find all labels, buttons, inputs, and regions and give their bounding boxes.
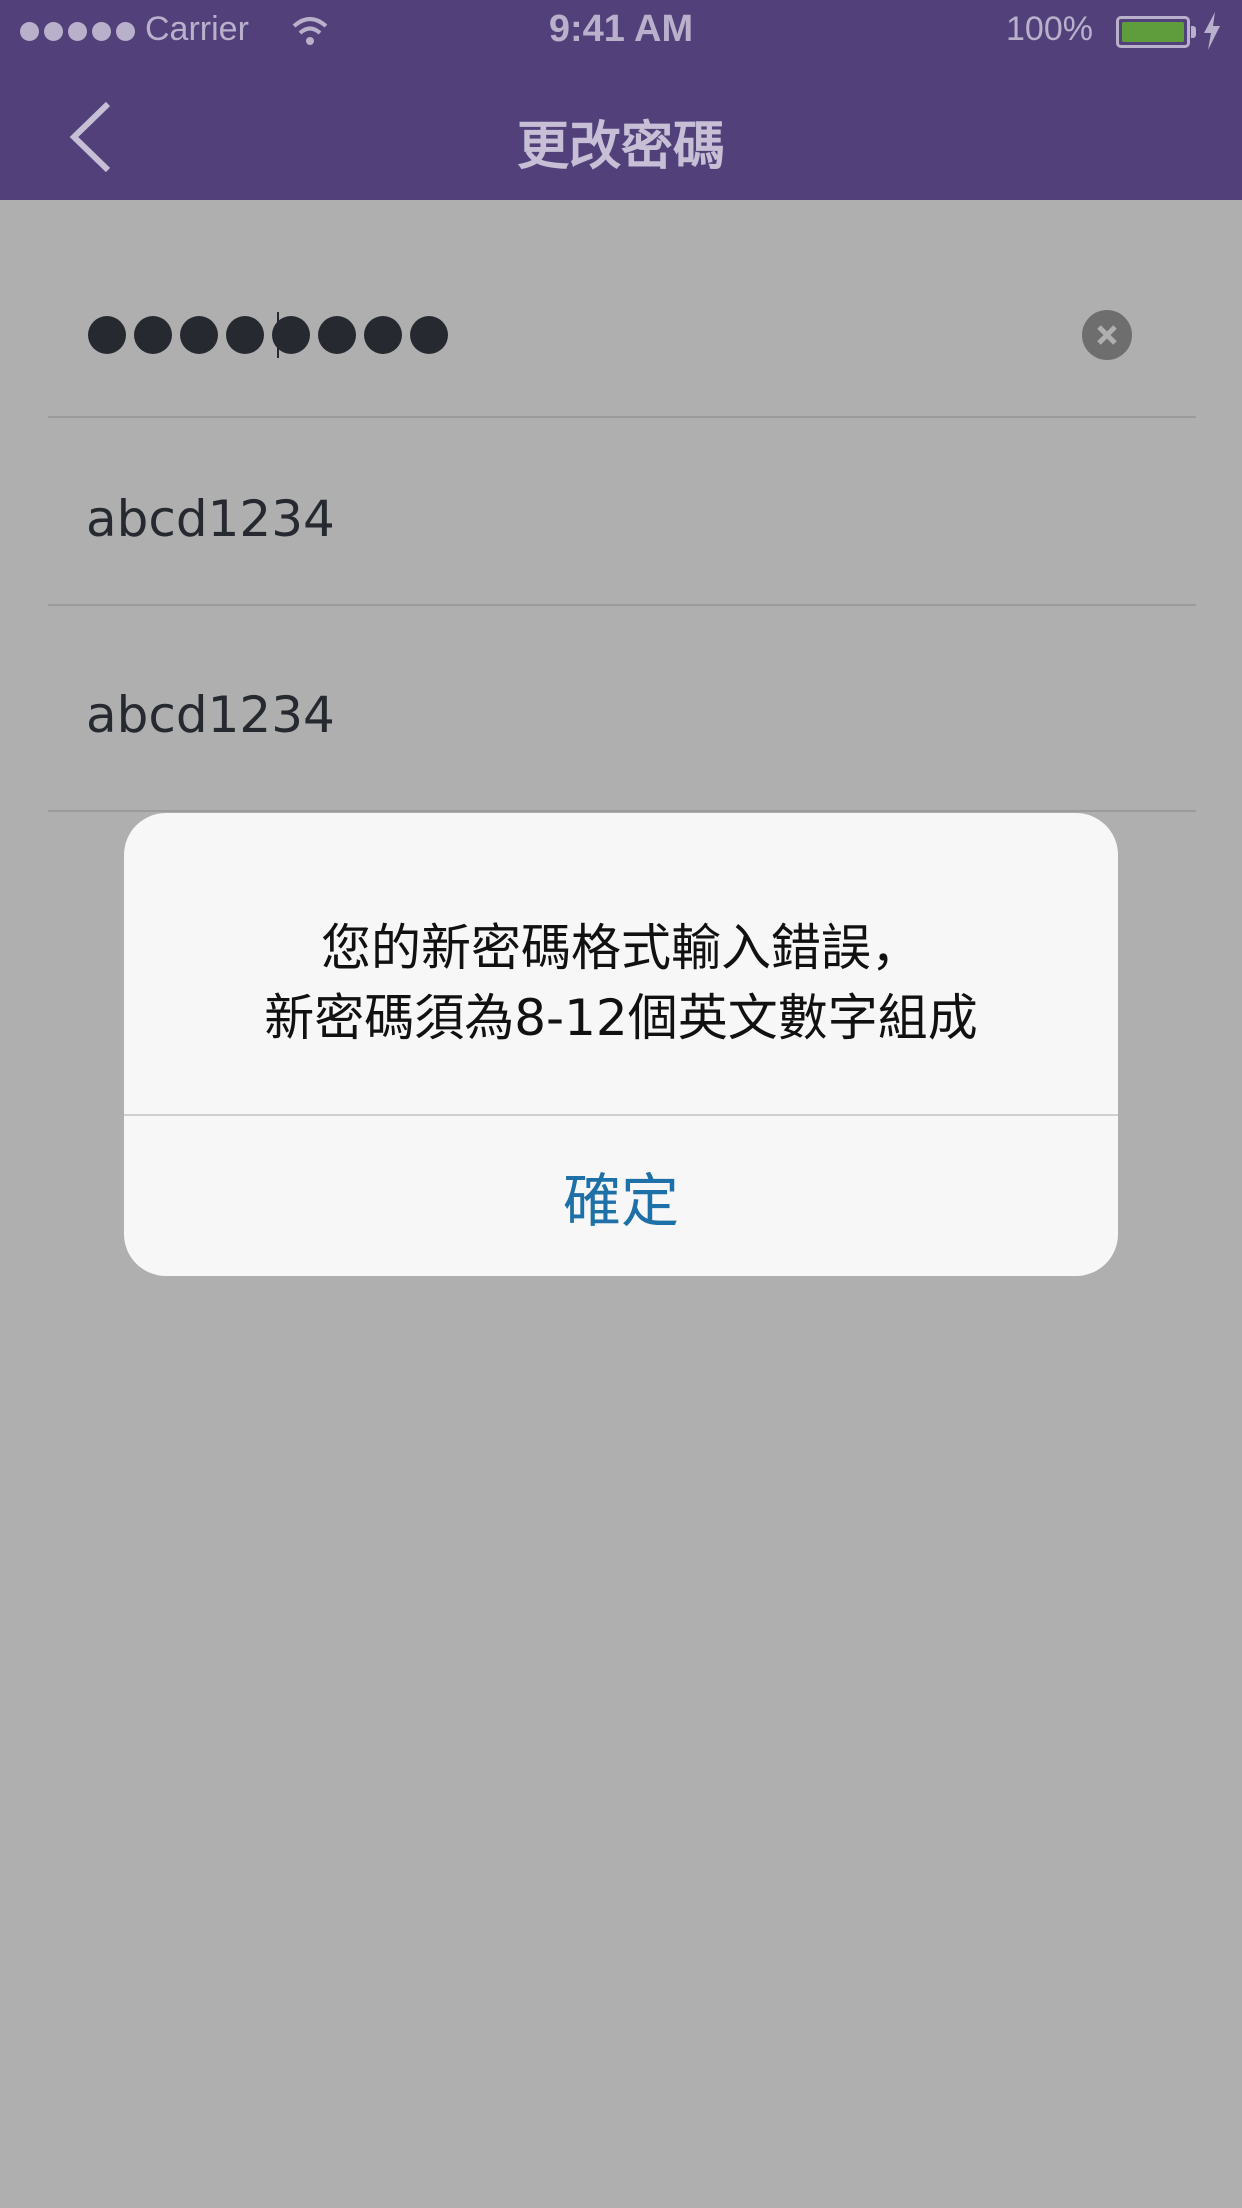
password-mask (88, 316, 448, 354)
confirm-password-field[interactable]: abcd1234 (48, 606, 1196, 812)
new-password-value: abcd1234 (86, 490, 335, 548)
status-bar: Carrier 9:41 AM 100% (0, 0, 1242, 64)
alert-message-line-2: 新密碼須為8-12個英文數字組成 (264, 989, 978, 1047)
battery-icon (1116, 16, 1190, 48)
text-cursor (277, 312, 279, 358)
clear-icon[interactable] (1082, 310, 1132, 360)
error-alert-dialog: 您的新密碼格式輸入錯誤， 新密碼須為8-12個英文數字組成 確定 (124, 813, 1118, 1276)
confirm-password-value: abcd1234 (86, 686, 335, 744)
confirm-button[interactable]: 確定 (124, 1116, 1118, 1276)
alert-message: 您的新密碼格式輸入錯誤， 新密碼須為8-12個英文數字組成 (124, 913, 1118, 1053)
old-password-field[interactable] (48, 200, 1196, 418)
battery-percentage: 100% (1006, 10, 1093, 48)
new-password-field[interactable]: abcd1234 (48, 418, 1196, 606)
navigation-bar: 更改密碼 (0, 64, 1242, 200)
alert-message-line-1: 您的新密碼格式輸入錯誤， (321, 919, 921, 977)
page-title: 更改密碼 (516, 117, 725, 177)
battery-tip (1191, 26, 1196, 38)
charging-bolt-icon (1202, 12, 1222, 54)
